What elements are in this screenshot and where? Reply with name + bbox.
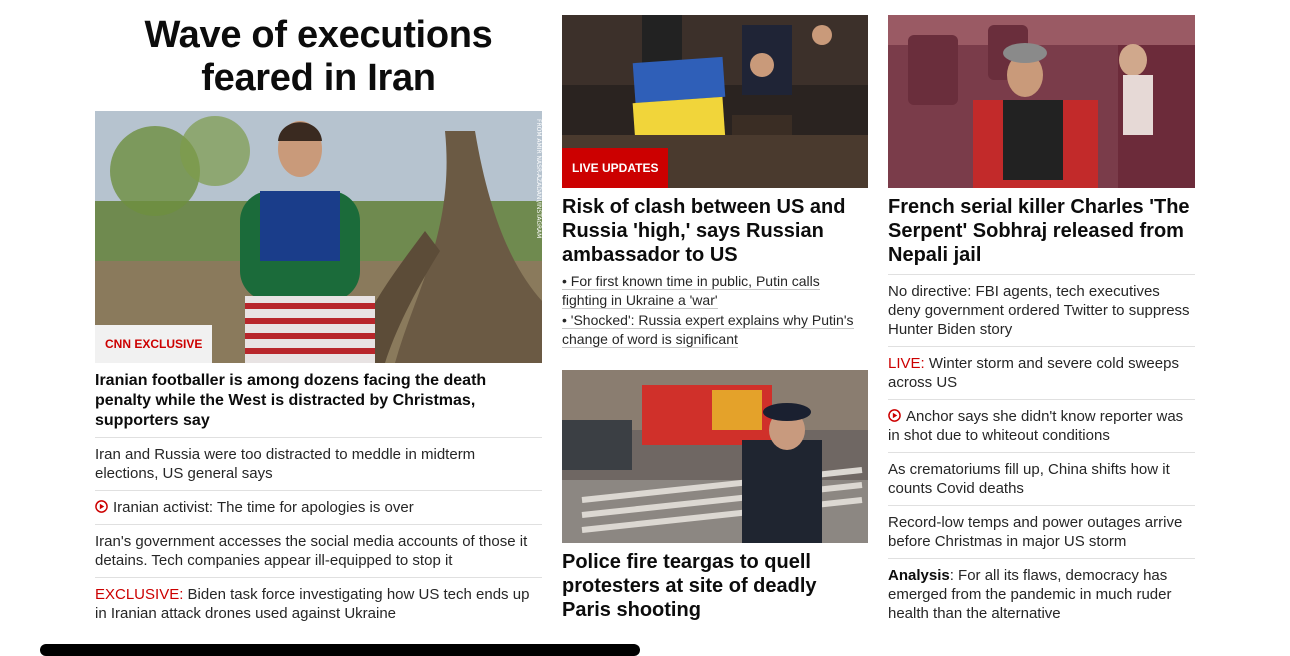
list-item[interactable]: Analysis: For all its flaws, democracy h…: [888, 558, 1195, 630]
exclusive-label: EXCLUSIVE:: [95, 586, 184, 603]
sub-link-text: • For first known time in public, Putin …: [562, 273, 820, 309]
list-item[interactable]: Anchor says she didn't know reporter was…: [888, 399, 1195, 452]
story-text: Iranian activist: The time for apologies…: [113, 499, 414, 516]
list-item[interactable]: As crematoriums fill up, China shifts ho…: [888, 452, 1195, 505]
sobhraj-headline[interactable]: French serial killer Charles 'The Serpen…: [888, 195, 1195, 267]
list-item[interactable]: LIVE: Winter storm and severe cold sweep…: [888, 346, 1195, 399]
sobhraj-airplane-image: [888, 15, 1195, 188]
paris-police-photo[interactable]: [562, 370, 868, 543]
story-text: Record-low temps and power outages arriv…: [888, 514, 1183, 550]
bottom-overlay-bar: [40, 644, 640, 656]
list-item[interactable]: Record-low temps and power outages arriv…: [888, 505, 1195, 558]
sub-link[interactable]: • For first known time in public, Putin …: [562, 272, 868, 310]
sub-link-text: • 'Shocked': Russia expert explains why …: [562, 312, 854, 348]
story-text: Anchor says she didn't know reporter was…: [888, 408, 1184, 444]
right-story-list: No directive: FBI agents, tech executive…: [888, 274, 1195, 630]
play-icon: [888, 409, 901, 422]
story-text: Winter storm and severe cold sweeps acro…: [888, 355, 1179, 391]
zelensky-congress-photo[interactable]: LIVE UPDATES: [562, 15, 868, 188]
list-item[interactable]: No directive: FBI agents, tech executive…: [888, 274, 1195, 346]
list-item[interactable]: Iran's government accesses the social me…: [95, 524, 542, 577]
list-item[interactable]: EXCLUSIVE: Biden task force investigatin…: [95, 577, 542, 630]
footballer-photo[interactable]: FROM AMIR NASR-AZADANI/INSTAGRAM CNN EXC…: [95, 111, 542, 363]
story-text: Iran and Russia were too distracted to m…: [95, 446, 476, 482]
list-item[interactable]: Iranian activist: The time for apologies…: [95, 490, 542, 524]
sub-link[interactable]: • 'Shocked': Russia expert explains why …: [562, 311, 868, 349]
live-label: LIVE:: [888, 355, 925, 372]
story-text: No directive: FBI agents, tech executive…: [888, 283, 1190, 338]
iran-section-headline[interactable]: Wave of executions feared in Iran: [95, 14, 542, 100]
cnn-exclusive-badge: CNN EXCLUSIVE: [95, 325, 213, 363]
russia-sub-links: • For first known time in public, Putin …: [562, 272, 868, 350]
iran-story-list: Iran and Russia were too distracted to m…: [95, 437, 542, 630]
play-icon: [95, 500, 108, 513]
list-item[interactable]: Iran and Russia were too distracted to m…: [95, 437, 542, 490]
footballer-headline[interactable]: Iranian footballer is among dozens facin…: [95, 371, 542, 431]
analysis-label: Analysis: [888, 567, 950, 584]
russia-headline[interactable]: Risk of clash between US and Russia 'hig…: [562, 195, 868, 267]
story-text: As crematoriums fill up, China shifts ho…: [888, 461, 1170, 497]
paris-police-image: [562, 370, 868, 543]
story-text: Iran's government accesses the social me…: [95, 533, 528, 569]
paris-headline[interactable]: Police fire teargas to quell protesters …: [562, 550, 868, 622]
live-updates-badge: LIVE UPDATES: [562, 148, 669, 188]
photo-credit: FROM AMIR NASR-AZADANI/INSTAGRAM: [535, 119, 542, 238]
sobhraj-photo[interactable]: [888, 15, 1195, 188]
